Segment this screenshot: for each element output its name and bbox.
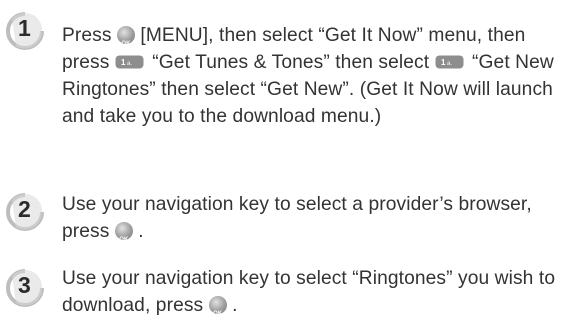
ok-key-icon — [208, 296, 227, 328]
ok-key-icon — [116, 26, 135, 58]
step-number-1: 1 — [18, 15, 31, 41]
svg-text:a.: a. — [127, 61, 132, 67]
svg-text:1: 1 — [121, 58, 126, 67]
key-1-icon: 1 a. — [435, 55, 464, 69]
step-text-1: Press [MENU], then select “Get It Now” m… — [62, 22, 572, 130]
step-text-3: Use your navigation key to select “Ringt… — [62, 265, 572, 328]
step-number-3: 3 — [18, 272, 31, 298]
svg-text:a.: a. — [447, 61, 452, 67]
step-text-2: Use your navigation key to select a prov… — [62, 191, 572, 254]
svg-text:1: 1 — [441, 58, 446, 67]
step-number-2: 2 — [18, 196, 31, 222]
ok-key-icon — [114, 222, 133, 254]
key-1-icon: 1 a. — [115, 55, 144, 69]
